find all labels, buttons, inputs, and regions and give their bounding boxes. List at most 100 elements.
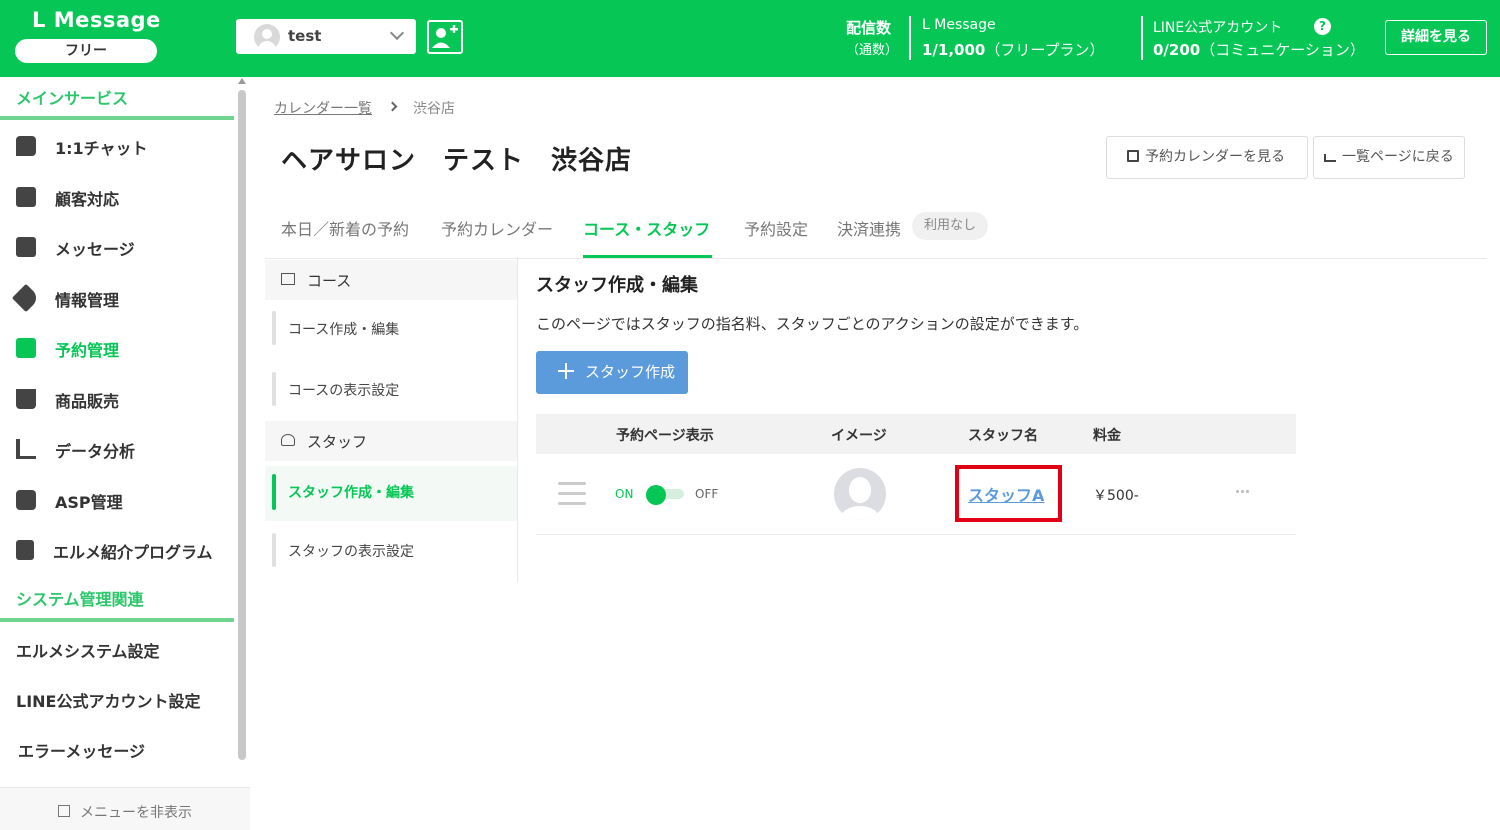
- sidebar-item-label: データ分析: [55, 442, 136, 461]
- subnav-course-edit[interactable]: コース作成・編集: [265, 305, 517, 351]
- toggle-knob: [646, 485, 666, 505]
- view-calendar-button[interactable]: 予約カレンダーを見る: [1106, 136, 1308, 179]
- tag-icon: [11, 283, 41, 313]
- sidebar-item-system-settings[interactable]: エルメシステム設定: [16, 638, 160, 662]
- column-header: スタッフ名: [968, 428, 1038, 444]
- sidebar-item-label: 1:1チャット: [55, 139, 148, 158]
- chevron-down-icon: [389, 25, 405, 41]
- section-divider: [0, 618, 234, 622]
- details-button[interactable]: 詳細を見る: [1385, 20, 1487, 55]
- subnav-divider: [517, 259, 518, 582]
- sidebar: メインサービス 1:1チャット 顧客対応 メッセージ 情報管理 予約管理 商品販…: [0, 77, 250, 830]
- sidebar-item-line-settings[interactable]: LINE公式アカウント設定: [16, 688, 200, 712]
- tab-course-staff[interactable]: コース・スタッフ: [583, 216, 710, 240]
- top-header: L Message フリー test 配信数 （通数） L Message 1/…: [0, 0, 1500, 77]
- lmessage-count: 1/1,000: [922, 41, 986, 59]
- sidebar-item-label: エルメ紹介プログラム: [53, 543, 213, 562]
- calendar-icon: [1127, 150, 1139, 162]
- subnav-item-label: スタッフ作成・編集: [288, 485, 414, 501]
- section-divider: [0, 116, 234, 120]
- plan-badge: フリー: [15, 39, 157, 63]
- subnav-staff-edit[interactable]: スタッフ作成・編集: [265, 466, 517, 521]
- main-service-heading: メインサービス: [16, 89, 129, 108]
- lmessage-label: L Message: [922, 17, 996, 33]
- subnav-indicator: [272, 372, 276, 406]
- subnav-course-header: コース: [265, 260, 517, 300]
- account-name: test: [288, 27, 322, 45]
- add-user-button[interactable]: [427, 20, 463, 54]
- help-icon[interactable]: ?: [1314, 18, 1331, 35]
- tab-reservation-settings[interactable]: 予約設定: [744, 216, 808, 240]
- tab-payment[interactable]: 決済連携: [837, 216, 901, 240]
- chart-icon: [16, 439, 36, 459]
- create-staff-button[interactable]: スタッフ作成: [536, 351, 688, 394]
- sidebar-item-asp[interactable]: ASP管理: [0, 475, 234, 525]
- subnav-staff-display[interactable]: スタッフの表示設定: [265, 527, 517, 573]
- person-icon: [281, 434, 295, 446]
- subnav-course-display[interactable]: コースの表示設定: [265, 366, 517, 412]
- pencil-icon: [16, 237, 36, 257]
- asp-icon: [16, 490, 36, 510]
- sidebar-item-referral[interactable]: エルメ紹介プログラム: [0, 525, 234, 575]
- column-header: 予約ページ表示: [616, 428, 714, 444]
- sidebar-item-chat[interactable]: 1:1チャット: [0, 121, 234, 171]
- create-staff-label: スタッフ作成: [585, 363, 676, 381]
- subnav-item-label: コースの表示設定: [288, 383, 400, 399]
- sidebar-footer[interactable]: メニューを非表示: [0, 787, 250, 830]
- plus-icon: [558, 363, 574, 379]
- sidebar-item-info-management[interactable]: 情報管理: [0, 273, 234, 323]
- subnav-item-label: スタッフの表示設定: [288, 544, 414, 560]
- sidebar-item-label: ASP管理: [55, 493, 123, 512]
- drag-handle-icon[interactable]: [558, 482, 586, 506]
- line-usage: 0/200（コミュニケーション）: [1153, 39, 1365, 60]
- header-divider: [1141, 16, 1143, 60]
- subnav-header-label: スタッフ: [307, 433, 368, 451]
- column-header: 料金: [1093, 428, 1121, 444]
- sidebar-item-label: 予約管理: [55, 341, 120, 360]
- sidebar-item-analytics[interactable]: データ分析: [0, 424, 234, 474]
- line-count: 0/200: [1153, 41, 1201, 59]
- clipboard-icon: [16, 540, 34, 560]
- sidebar-scrollbar[interactable]: [238, 90, 246, 760]
- avatar: [254, 24, 280, 50]
- sidebar-item-sales[interactable]: 商品販売: [0, 374, 234, 424]
- sidebar-item-label: 情報管理: [55, 291, 120, 310]
- chat-icon: [16, 136, 36, 156]
- subnav-indicator: [272, 474, 276, 510]
- staff-name-link[interactable]: スタッフA: [968, 482, 1044, 506]
- section-title: スタッフ作成・編集: [536, 275, 698, 296]
- sidebar-item-error-messages[interactable]: エラーメッセージ: [18, 738, 145, 762]
- more-options-icon[interactable]: [1236, 490, 1250, 494]
- subnav-indicator: [272, 533, 276, 567]
- sidebar-item-customer-support[interactable]: 顧客対応: [0, 172, 234, 222]
- line-account-label: LINE公式アカウント: [1153, 20, 1283, 36]
- breadcrumb-current: 渋谷店: [413, 101, 455, 117]
- sidebar-item-label: 顧客対応: [55, 190, 120, 209]
- scroll-up-arrow[interactable]: [238, 78, 246, 84]
- display-toggle[interactable]: [646, 485, 684, 505]
- back-to-list-button[interactable]: 一覧ページに戻る: [1313, 136, 1465, 179]
- tab-reservation-calendar[interactable]: 予約カレンダー: [441, 216, 553, 240]
- back-to-list-label: 一覧ページに戻る: [1342, 149, 1454, 165]
- account-select[interactable]: test: [236, 19, 416, 54]
- view-calendar-label: 予約カレンダーを見る: [1145, 149, 1285, 165]
- tab-today-reservations[interactable]: 本日／新着の予約: [281, 216, 409, 240]
- sidebar-item-message[interactable]: メッセージ: [0, 222, 234, 272]
- return-arrow-icon: [1324, 154, 1336, 162]
- page-title: ヘアサロン テスト 渋谷店: [281, 146, 633, 176]
- subnav-header-label: コース: [307, 272, 352, 290]
- sidebar-item-reservation[interactable]: 予約管理: [0, 323, 234, 373]
- table-row: ON OFF スタッフA ￥500-: [536, 454, 1296, 535]
- staff-avatar: [834, 468, 886, 520]
- add-user-icon: [432, 25, 458, 48]
- app-logo[interactable]: L Message: [32, 8, 161, 32]
- sidebar-item-label: メッセージ: [55, 240, 135, 259]
- collapse-menu-icon: [58, 805, 70, 817]
- section-description: このページではスタッフの指名料、スタッフごとのアクションの設定ができます。: [536, 315, 1089, 333]
- breadcrumb-calendar-list[interactable]: カレンダー一覧: [274, 98, 372, 118]
- list-icon: [281, 273, 295, 285]
- header-divider: [909, 16, 911, 60]
- staff-table-header: 予約ページ表示 イメージ スタッフ名 料金: [536, 414, 1296, 454]
- status-badge: 利用なし: [912, 212, 988, 240]
- arrow-out-icon: [16, 187, 36, 207]
